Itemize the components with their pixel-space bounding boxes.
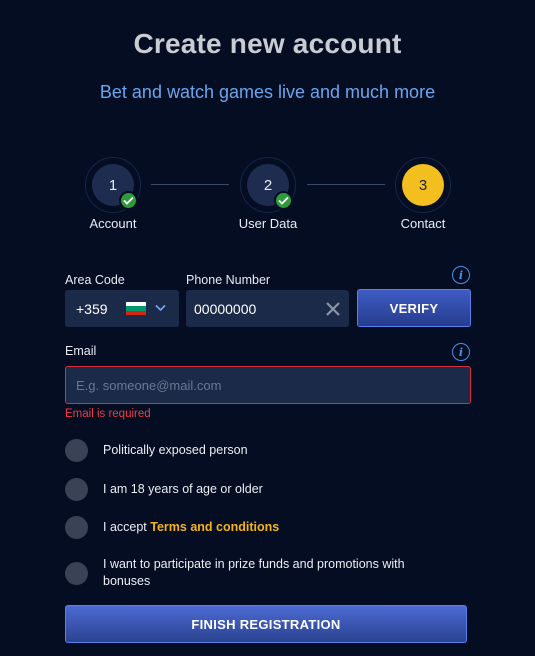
check-icon — [274, 191, 293, 210]
phone-number-input[interactable] — [194, 290, 314, 327]
info-icon[interactable]: i — [452, 266, 470, 284]
step-label: User Data — [238, 216, 298, 231]
checkbox-row-age[interactable]: I am 18 years of age or older — [65, 478, 443, 501]
page-title: Create new account — [133, 28, 402, 59]
step-contact: 3 Contact — [383, 157, 463, 231]
phone-number-field[interactable] — [186, 290, 349, 327]
checkbox-label: Politically exposed person — [103, 443, 248, 457]
step-ring: 1 — [85, 157, 141, 213]
step-label: Account — [89, 216, 137, 231]
check-icon — [119, 191, 138, 210]
email-input[interactable] — [76, 367, 456, 403]
stepper-connector-1 — [151, 184, 229, 185]
step-number: 3 — [402, 164, 444, 206]
area-code-value: +359 — [76, 300, 108, 317]
terms-link[interactable]: Terms and conditions — [150, 520, 279, 534]
email-label: Email — [65, 344, 97, 358]
page-subtitle: Bet and watch games live and much more — [99, 82, 436, 102]
info-icon[interactable]: i — [452, 343, 470, 361]
checkbox-row-promo[interactable]: I want to participate in prize funds and… — [65, 556, 443, 590]
finish-registration-button[interactable]: FINISH REGISTRATION — [65, 605, 467, 643]
stepper-connector-2 — [307, 184, 385, 185]
chevron-down-icon — [155, 304, 166, 312]
phone-number-label: Phone Number — [186, 273, 271, 287]
step-label: Contact — [400, 216, 446, 231]
area-code-label: Area Code — [65, 273, 125, 287]
checkbox-label: I accept Terms and conditions — [103, 519, 443, 536]
terms-prefix: I accept — [103, 520, 151, 534]
checkbox-label: I want to participate in prize funds and… — [103, 557, 405, 588]
email-field[interactable] — [65, 366, 471, 404]
email-error-message: Email is required — [65, 408, 151, 420]
checkbox-row-pep[interactable]: Politically exposed person — [65, 439, 443, 462]
radio-circle[interactable] — [65, 478, 88, 501]
checkbox-row-terms[interactable]: I accept Terms and conditions — [65, 516, 443, 539]
registration-page: Create new account Bet and watch games l… — [0, 0, 535, 656]
verify-button[interactable]: VERIFY — [357, 289, 471, 327]
area-code-select[interactable]: +359 — [65, 290, 179, 327]
step-account: 1 Account — [73, 157, 153, 231]
step-user-data: 2 User Data — [228, 157, 308, 231]
radio-circle[interactable] — [65, 439, 88, 462]
bulgaria-flag-icon — [126, 302, 146, 315]
radio-circle[interactable] — [65, 561, 88, 585]
step-ring: 3 — [395, 157, 451, 213]
step-ring: 2 — [240, 157, 296, 213]
checkbox-label: I am 18 years of age or older — [103, 482, 263, 496]
close-icon[interactable] — [325, 301, 341, 317]
radio-circle[interactable] — [65, 516, 88, 539]
